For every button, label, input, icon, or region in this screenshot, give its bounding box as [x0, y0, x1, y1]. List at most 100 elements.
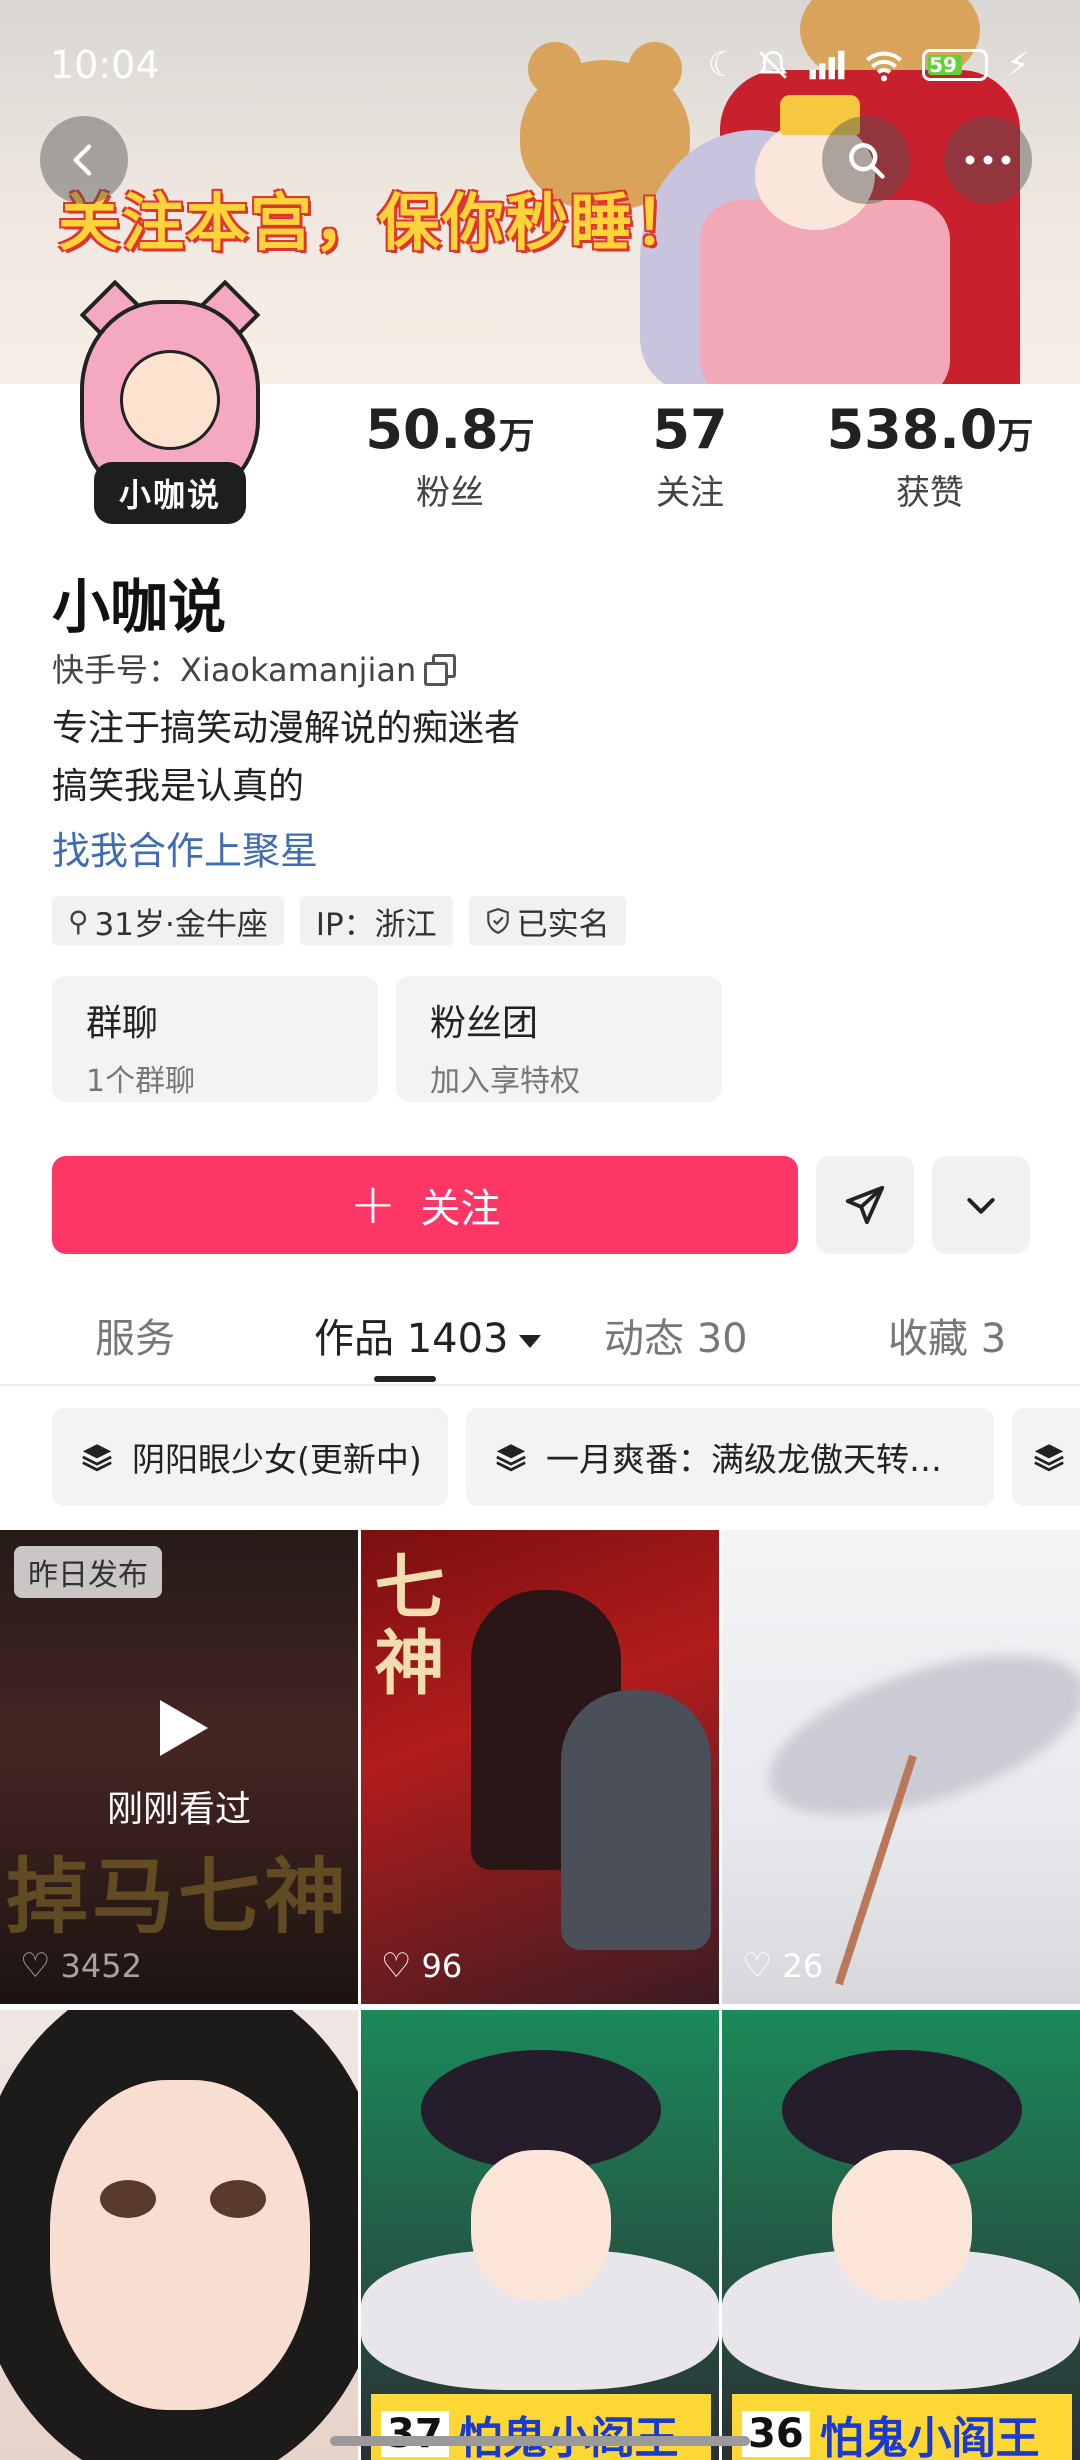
tab-works-label: 作品 1403: [314, 1316, 509, 1362]
bio-line: 专注于搞笑动漫解说的痴迷者: [52, 708, 521, 749]
episode-number: 37: [381, 2411, 449, 2457]
more-button[interactable]: [944, 116, 1032, 204]
avatar[interactable]: 小咖说: [50, 270, 290, 540]
stat-followers-unit: 万: [498, 416, 535, 457]
tab-favorites[interactable]: 收藏 3: [888, 1306, 1006, 1364]
back-button[interactable]: [40, 116, 128, 204]
group-chat-card[interactable]: 群聊 1个群聊: [52, 976, 378, 1102]
fan-club-card[interactable]: 粉丝团 加入享特权: [396, 976, 722, 1102]
card-subtitle: 加入享特权: [430, 1064, 580, 1099]
video-thumbnail[interactable]: 掉马七神 昨日发布 刚刚看过 ♡ 3452: [0, 1530, 358, 2004]
stat-followers-label: 粉丝: [416, 473, 484, 514]
profile-name: 小咖说: [52, 573, 227, 641]
profile-tags: ⚲ 31岁·金牛座 IP：浙江 已实名: [52, 896, 626, 946]
heart-icon: ♡: [742, 1946, 773, 1986]
battery-icon: 59: [922, 49, 989, 81]
status-time: 10:04: [50, 43, 160, 87]
collection-chip[interactable]: 阴阳眼少女(更新中): [52, 1408, 448, 1506]
stat-following[interactable]: 57 关注: [570, 400, 810, 514]
tag-age-text: 31岁·金牛座: [94, 906, 268, 943]
collection-chip-label: 阴阳眼少女(更新中): [132, 1440, 422, 1479]
stat-likes-value: 538.0: [826, 398, 998, 461]
episode-banner: 36 怕鬼小阎王: [732, 2394, 1072, 2460]
status-bar: 10:04 ☾ 59 ⚡: [0, 0, 1080, 130]
banner-slogan: 关注本宫，保你秒睡！: [58, 186, 699, 259]
charging-icon: ⚡: [1006, 45, 1030, 85]
episode-number: 36: [742, 2411, 810, 2457]
caret-down-icon: [518, 1334, 541, 1348]
expand-button[interactable]: [932, 1156, 1030, 1254]
kuaishou-id[interactable]: 快手号：Xiaokamanjian: [52, 645, 457, 691]
collection-chip[interactable]: [1012, 1408, 1080, 1506]
moon-icon: ☾: [707, 45, 739, 85]
like-count: ♡ 26: [742, 1946, 823, 1986]
stat-following-value: 57: [652, 398, 728, 461]
follow-button[interactable]: + 关注: [52, 1156, 798, 1254]
episode-banner: 37 怕鬼小阎王: [371, 2394, 711, 2460]
business-link[interactable]: 找我合作上聚星: [52, 820, 318, 875]
watched-overlay: [0, 1530, 358, 2004]
episode-title: 怕鬼小阎王: [459, 2402, 679, 2460]
follow-label: 关注: [420, 1186, 501, 1232]
card-subtitle: 1个群聊: [86, 1064, 196, 1099]
stat-likes-unit: 万: [997, 416, 1034, 457]
thumbnail-character-face: [471, 2150, 611, 2300]
like-count: ♡ 96: [381, 1946, 462, 1986]
collection-chips: 阴阳眼少女(更新中) 一月爽番：满级龙傲天转…: [52, 1408, 1080, 1506]
video-thumbnail[interactable]: 37 怕鬼小阎王: [361, 2010, 719, 2460]
tag-ip: IP：浙江: [299, 896, 453, 946]
video-thumbnail[interactable]: ♡ 26: [722, 1530, 1080, 2004]
video-thumbnail[interactable]: 七神 ♡ 96: [361, 1530, 719, 2004]
tab-services[interactable]: 服务: [95, 1306, 175, 1364]
shield-check-icon: [486, 908, 509, 935]
send-icon: [845, 1185, 885, 1225]
copy-icon[interactable]: [424, 654, 457, 686]
collection-chip[interactable]: 一月爽番：满级龙傲天转…: [466, 1408, 994, 1506]
search-button[interactable]: [822, 116, 910, 204]
thumbnail-motion-blur: [749, 1622, 1080, 1848]
tab-moments[interactable]: 动态 30: [604, 1306, 748, 1364]
battery-level: 59: [929, 53, 957, 77]
profile-cards: 群聊 1个群聊 粉丝团 加入享特权: [52, 976, 722, 1102]
tag-age: ⚲ 31岁·金牛座: [52, 896, 284, 946]
plus-icon: +: [349, 1172, 397, 1237]
video-grid: 掉马七神 昨日发布 刚刚看过 ♡ 3452 七神 ♡ 96 ♡ 26 37 36…: [0, 1530, 1080, 2460]
kuaishou-id-text: 快手号：Xiaokamanjian: [52, 651, 417, 689]
bio-line: 搞笑我是认真的: [52, 766, 305, 807]
tab-active-indicator: [374, 1376, 436, 1382]
layers-icon: [1034, 1444, 1064, 1472]
tag-ip-text: IP：浙江: [315, 906, 437, 943]
card-title: 粉丝团: [430, 1003, 539, 1044]
tag-verified-text: 已实名: [516, 906, 610, 943]
thumbnail-character-face: [50, 2080, 310, 2410]
stat-following-label: 关注: [656, 473, 724, 514]
play-icon: [160, 1700, 208, 1756]
avatar-face: [120, 350, 220, 450]
thumbnail-character-eye: [100, 2180, 156, 2218]
stat-followers[interactable]: 50.8万 粉丝: [330, 400, 570, 514]
heart-icon: ♡: [20, 1946, 51, 1986]
profile-stats: 50.8万 粉丝 57 关注 538.0万 获赞: [330, 400, 1060, 514]
episode-title: 怕鬼小阎王: [819, 2413, 1040, 2460]
thumbnail-title-art: 七神: [363, 1550, 445, 1702]
tag-verified[interactable]: 已实名: [468, 896, 626, 946]
thumbnail-character-eye: [210, 2180, 266, 2218]
video-thumbnail[interactable]: [0, 2010, 358, 2460]
video-thumbnail[interactable]: 36 怕鬼小阎王: [722, 2010, 1080, 2460]
collection-chip-label: 一月爽番：满级龙傲天转…: [546, 1440, 942, 1479]
wifi-icon: [866, 51, 903, 82]
thumbnail-character-face: [832, 2150, 972, 2300]
tab-works[interactable]: 作品 1403: [314, 1306, 541, 1364]
profile-bio: 专注于搞笑动漫解说的痴迷者 搞笑我是认真的: [52, 700, 520, 816]
profile-actions: + 关注: [52, 1156, 1030, 1254]
like-count: ♡ 3452: [20, 1946, 142, 1986]
search-icon: [849, 143, 885, 179]
like-count-value: 26: [782, 1947, 824, 1985]
stat-likes[interactable]: 538.0万 获赞: [810, 400, 1050, 514]
home-indicator[interactable]: [330, 2436, 750, 2446]
like-count-value: 3452: [60, 1947, 142, 1985]
share-button[interactable]: [816, 1156, 914, 1254]
just-watched-label: 刚刚看过: [106, 1789, 251, 1830]
stat-followers-value: 50.8: [365, 398, 499, 461]
published-badge: 昨日发布: [14, 1546, 162, 1598]
